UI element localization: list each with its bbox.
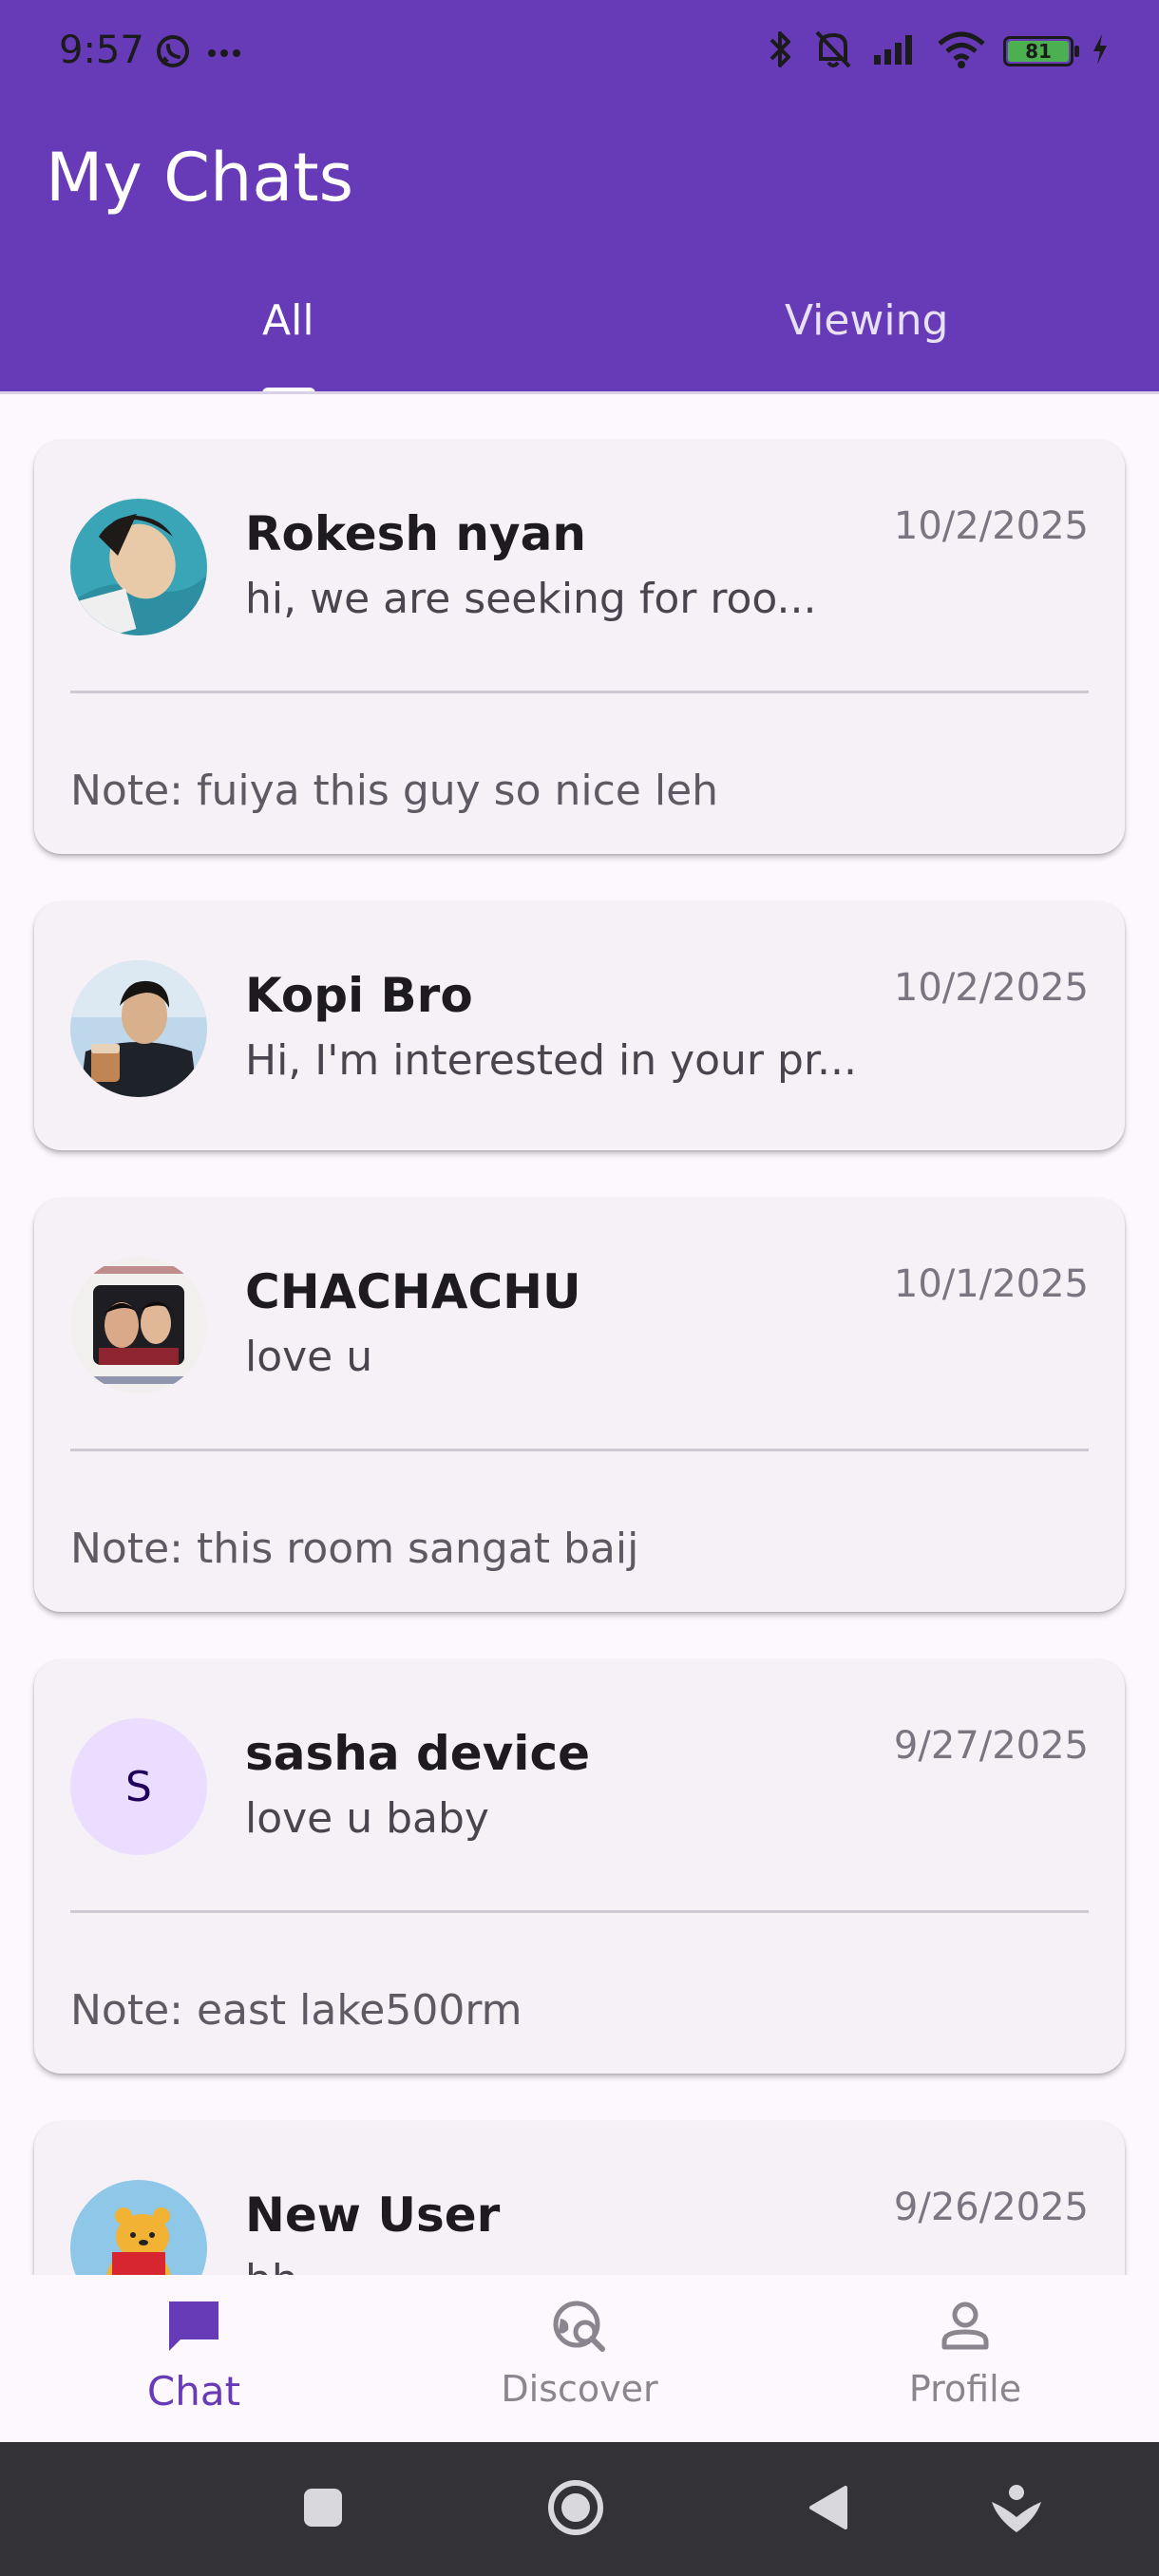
app-root: 9:57 81 My Chats All Viewing Rokesh nyan…	[0, 0, 1159, 2576]
page-title: My Chats	[46, 139, 354, 217]
chat-last-message: love u baby	[245, 1794, 489, 1843]
chat-name: sasha device	[245, 1726, 590, 1781]
chat-card[interactable]: CHACHACHU 10/1/2025 love u Note: this ro…	[34, 1198, 1125, 1612]
download-arrow-icon	[988, 2479, 1045, 2540]
battery-level: 81	[1025, 40, 1052, 63]
nav-label: Chat	[146, 2368, 241, 2415]
chat-note: Note: fuiya this guy so nice leh	[70, 767, 719, 815]
chat-date: 9/26/2025	[893, 2186, 1089, 2229]
signal-icon	[872, 32, 920, 70]
system-navigation-bar	[0, 2442, 1159, 2576]
home-button[interactable]	[538, 2442, 614, 2576]
chat-last-message: hh	[245, 2256, 298, 2275]
avatar	[70, 960, 207, 1097]
chat-card[interactable]: S sasha device 9/27/2025 love u baby Not…	[34, 1659, 1125, 2074]
chat-note: Note: this room sangat baij	[70, 1525, 639, 1573]
status-time: 9:57	[59, 28, 144, 72]
avatar	[70, 1257, 207, 1393]
back-button[interactable]	[790, 2442, 866, 2576]
charging-icon	[1091, 32, 1110, 70]
card-divider	[70, 691, 1089, 693]
nav-discover[interactable]: Discover	[456, 2275, 703, 2442]
chat-name: Kopi Bro	[245, 968, 473, 1023]
app-header: 9:57 81 My Chats All Viewing	[0, 0, 1159, 394]
chat-list[interactable]: Rokesh nyan 10/2/2025 hi, we are seeking…	[0, 394, 1159, 2275]
chat-bubble-icon	[165, 2298, 222, 2355]
tab-all[interactable]: All	[262, 296, 314, 345]
avatar	[70, 2180, 207, 2275]
chat-note: Note: east lake500rm	[70, 1986, 522, 2035]
chat-date: 10/2/2025	[893, 966, 1089, 1010]
assistant-button[interactable]	[978, 2442, 1054, 2576]
chat-card[interactable]: New User 9/26/2025 hh	[34, 2121, 1125, 2275]
square-icon	[302, 2487, 344, 2532]
avatar: S	[70, 1718, 207, 1855]
person-icon	[937, 2298, 994, 2355]
chat-name: CHACHACHU	[245, 1264, 581, 1319]
nav-label: Profile	[908, 2368, 1022, 2410]
chat-date: 10/2/2025	[893, 504, 1089, 548]
bluetooth-icon	[768, 28, 794, 74]
nav-label: Discover	[501, 2368, 658, 2410]
nav-profile[interactable]: Profile	[842, 2275, 1089, 2442]
chat-card[interactable]: Kopi Bro 10/2/2025 Hi, I'm interested in…	[34, 901, 1125, 1150]
whatsapp-icon	[154, 32, 192, 74]
card-divider	[70, 1449, 1089, 1451]
discover-icon	[551, 2298, 608, 2355]
mute-icon	[811, 28, 855, 74]
tab-bar: All Viewing	[0, 285, 1159, 393]
battery-icon: 81	[1003, 36, 1079, 66]
recent-apps-button[interactable]	[285, 2442, 361, 2576]
back-triangle-icon	[808, 2484, 849, 2535]
wifi-icon	[937, 30, 986, 72]
more-notifications-icon	[207, 45, 241, 63]
tab-viewing[interactable]: Viewing	[785, 296, 948, 345]
bottom-navigation: Chat Discover Profile	[0, 2275, 1159, 2442]
chat-date: 9/27/2025	[893, 1724, 1089, 1768]
nav-chat[interactable]: Chat	[70, 2275, 317, 2442]
card-divider	[70, 1910, 1089, 1913]
chat-date: 10/1/2025	[893, 1262, 1089, 1306]
chat-card[interactable]: Rokesh nyan 10/2/2025 hi, we are seeking…	[34, 440, 1125, 854]
chat-name: New User	[245, 2188, 501, 2243]
home-circle-icon	[545, 2477, 606, 2542]
avatar	[70, 499, 207, 635]
chat-name: Rokesh nyan	[245, 506, 586, 561]
status-bar: 9:57 81	[0, 0, 1159, 104]
chat-last-message: love u	[245, 1333, 373, 1381]
chat-last-message: Hi, I'm interested in your pr...	[245, 1036, 857, 1085]
chat-last-message: hi, we are seeking for roo...	[245, 575, 817, 623]
